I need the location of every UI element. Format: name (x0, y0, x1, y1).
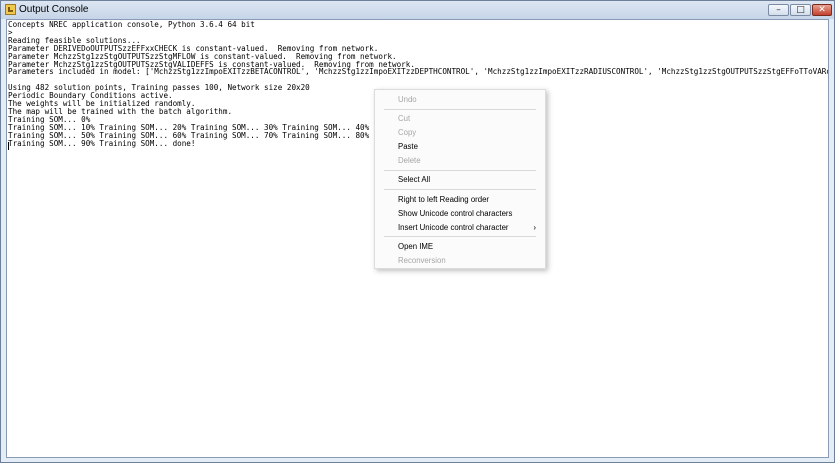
close-button[interactable]: ✕ (812, 4, 832, 16)
menu-item-delete[interactable]: Delete (375, 154, 545, 167)
close-icon: ✕ (818, 5, 826, 15)
context-menu: Undo Cut Copy Paste Delete Select All Ri… (374, 89, 546, 269)
menu-item-insert-unicode[interactable]: Insert Unicode control character › (375, 221, 545, 234)
menu-item-paste[interactable]: Paste (375, 140, 545, 153)
menu-separator (384, 189, 536, 190)
menu-item-insert-unicode-label: Insert Unicode control character (398, 223, 509, 232)
menu-separator (384, 170, 536, 171)
text-caret (8, 142, 9, 150)
chevron-right-icon: › (533, 223, 536, 232)
minimize-button[interactable]: – (768, 4, 789, 16)
menu-item-open-ime[interactable]: Open IME (375, 240, 545, 253)
menu-item-select-all[interactable]: Select All (375, 173, 545, 186)
menu-item-undo[interactable]: Undo (375, 93, 545, 106)
menu-item-copy[interactable]: Copy (375, 126, 545, 139)
window-title: Output Console (19, 4, 89, 15)
maximize-button[interactable]: □ (790, 4, 811, 16)
menu-separator (384, 236, 536, 237)
title-bar[interactable]: Output Console – □ ✕ (1, 1, 834, 19)
menu-item-right-to-left[interactable]: Right to left Reading order (375, 193, 545, 206)
menu-item-cut[interactable]: Cut (375, 112, 545, 125)
menu-item-reconversion[interactable]: Reconversion (375, 254, 545, 267)
maximize-icon: □ (796, 5, 805, 15)
app-icon[interactable] (5, 4, 16, 15)
menu-separator (384, 109, 536, 110)
menu-item-show-unicode[interactable]: Show Unicode control characters (375, 207, 545, 220)
minimize-icon: – (776, 5, 781, 15)
